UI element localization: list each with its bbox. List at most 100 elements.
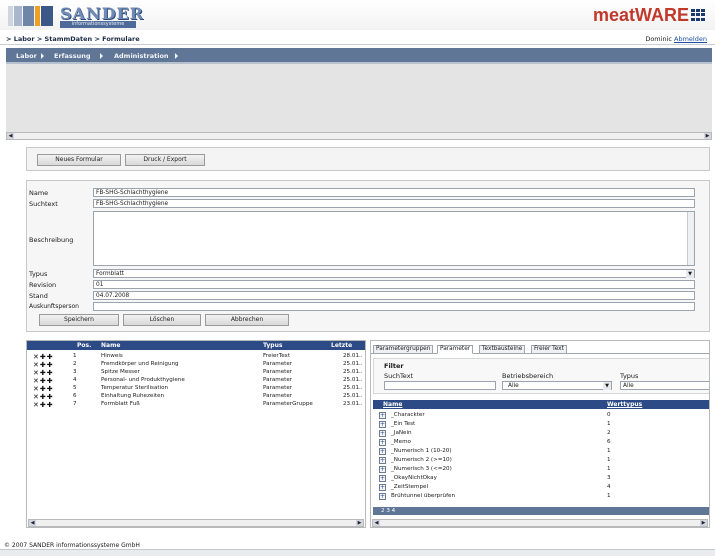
print-export-button[interactable]: Druck / Export [125, 154, 205, 166]
list-item[interactable]: + _Numerisch 2 (>=10) 1 [373, 456, 709, 464]
brand-grid-icon [691, 9, 706, 21]
betriebsbereich-select[interactable]: Alle ▼ [502, 381, 612, 390]
nav-item-erfassung[interactable]: Erfassung [54, 52, 91, 60]
horizontal-scrollbar[interactable]: ◀ ▶ [6, 132, 712, 140]
add-icon[interactable]: + [379, 457, 386, 464]
table-row[interactable]: ✕✚✚ 7 Formblatt Fuß ParameterGruppe 23.01.. [27, 400, 365, 409]
add-icon[interactable]: + [379, 421, 386, 428]
name-field[interactable]: FB-SHG-Schlachthygiene [93, 188, 695, 197]
add-icon[interactable]: + [379, 484, 386, 491]
form-panel: Name FB-SHG-Schlachthygiene Suchtext FB-… [26, 180, 710, 332]
nav-item-administration[interactable]: Administration [114, 52, 169, 60]
col-pos[interactable]: Pos. [77, 342, 91, 349]
list-item[interactable]: + _Ein Test 1 [373, 420, 709, 428]
suchtext-label: SuchText [384, 372, 414, 380]
filter-box: Filter SuchText Betriebsbereich Alle ▼ Ty… [373, 358, 709, 394]
tab-parametergruppen[interactable]: Parametergruppen [373, 345, 434, 354]
beschreibung-label: Beschreibung [29, 236, 74, 244]
pager[interactable]: 2 3 4 [373, 507, 709, 515]
col-typus[interactable]: Typus [263, 342, 282, 349]
nav-arrow-icon [100, 53, 103, 59]
stand-label: Stand [29, 292, 48, 300]
save-button[interactable]: Speichern [39, 314, 119, 326]
delete-button[interactable]: Löschen [123, 314, 201, 326]
beschreibung-textarea[interactable] [93, 211, 695, 266]
list-item[interactable]: + Brühtunnel überprüfen 1 [373, 492, 709, 500]
list-item[interactable]: + _ZeitStempel 4 [373, 483, 709, 491]
param-table-header: Name Werttypus [373, 400, 709, 409]
table-row[interactable]: ✕✚✚ 3 Spitze Messer Parameter 25.01.. [27, 368, 365, 377]
toolbar: Neues Formular Druck / Export [26, 147, 710, 171]
add-icon[interactable]: + [379, 448, 386, 455]
add-icon[interactable]: + [379, 493, 386, 500]
table-row[interactable]: ✕✚✚ 6 Einhaltung Ruhezeiten Parameter 25.01.… [27, 392, 365, 401]
footer-copyright: © 2007 SANDER informationssysteme GmbH [4, 542, 140, 549]
items-panel: Pos. Name Typus Letzte ✕✚✚ 1 Hinweis Freier… [26, 340, 366, 528]
list-item[interactable]: + _Charackter 0 [373, 411, 709, 419]
user-name: Dominic [645, 35, 672, 43]
revision-label: Revision [29, 281, 57, 289]
betriebsbereich-label: Betriebsbereich [502, 372, 554, 380]
table-row[interactable]: ✕✚✚ 1 Hinweis FreierText 28.01.. [27, 352, 365, 361]
add-icon[interactable]: + [379, 430, 386, 437]
col-letzte[interactable]: Letzte [331, 342, 352, 349]
col-werttypus[interactable]: Werttypus [607, 401, 642, 408]
user-info: Dominic Abmelden [645, 35, 707, 43]
add-icon[interactable]: + [379, 466, 386, 473]
parameter-panel: Parametergruppen Parameter Textbausteine… [370, 340, 710, 528]
list-item[interactable]: + _Numerisch 3 (<=20) 1 [373, 465, 709, 473]
brand-name: meatWARE [592, 5, 689, 25]
typus-filter-select[interactable]: Alle [620, 381, 709, 390]
logout-link[interactable]: Abmelden [674, 35, 707, 43]
filter-search-input[interactable] [384, 381, 496, 390]
name-label: Name [29, 189, 49, 197]
revision-field[interactable]: 01 [93, 280, 695, 289]
typus-select[interactable]: Formblatt ▼ [93, 269, 695, 278]
content-area [6, 64, 712, 132]
chevron-down-icon[interactable]: ▼ [603, 382, 611, 390]
horizontal-scrollbar[interactable]: ◀ ▶ [372, 519, 708, 527]
filter-title: Filter [384, 362, 404, 370]
list-item[interactable]: + _Numerisch 1 (10-20) 1 [373, 447, 709, 455]
tab-freier-text[interactable]: Freier Text [531, 345, 567, 354]
tab-textbausteine[interactable]: Textbausteine [479, 345, 526, 354]
table-row[interactable]: ✕✚✚ 4 Personal- und Produkthygiene Paramete… [27, 376, 365, 385]
nav-item-labor[interactable]: Labor [16, 52, 37, 60]
add-icon[interactable]: + [379, 439, 386, 446]
scroll-left-icon[interactable]: ◀ [373, 520, 380, 526]
scroll-left-icon[interactable]: ◀ [29, 520, 36, 526]
suchtext-field[interactable]: FB-SHG-Schlachthygiene [93, 199, 695, 208]
list-item[interactable]: + _Memo 6 [373, 438, 709, 446]
tab-parameter[interactable]: Parameter [437, 345, 474, 354]
nav-arrow-icon [41, 53, 44, 59]
nav-arrow-icon [175, 53, 178, 59]
auskunft-field[interactable] [93, 302, 695, 311]
status-bar [0, 549, 715, 556]
scroll-right-icon[interactable]: ▶ [700, 520, 707, 526]
col-name[interactable]: Name [101, 342, 120, 349]
textarea-scrollbar[interactable] [687, 212, 694, 265]
chevron-down-icon[interactable]: ▼ [686, 270, 694, 278]
items-table-header: Pos. Name Typus Letzte [27, 341, 365, 350]
stand-field[interactable]: 04.07.2008 [93, 291, 695, 300]
logo-mark [8, 6, 54, 26]
new-form-button[interactable]: Neues Formular [37, 154, 121, 166]
add-icon[interactable]: + [379, 475, 386, 482]
scroll-left-icon[interactable]: ◀ [7, 133, 14, 139]
list-item[interactable]: + _JaNein 2 [373, 429, 709, 437]
row-controls-icon[interactable]: ✕✚✚ [33, 401, 54, 409]
tab-bar: Parametergruppen Parameter Textbausteine… [371, 345, 709, 354]
col-name[interactable]: Name [383, 401, 402, 408]
list-item[interactable]: + _OkayNichtOkay 3 [373, 474, 709, 482]
breadcrumb[interactable]: > Labor > StammDaten > Formulare [6, 35, 140, 43]
horizontal-scrollbar[interactable]: ◀ ▶ [28, 519, 364, 527]
cancel-button[interactable]: Abbrechen [205, 314, 289, 326]
scroll-right-icon[interactable]: ▶ [704, 133, 711, 139]
table-row[interactable]: ✕✚✚ 2 Fremdkörper und Reinigung Parameter 25… [27, 360, 365, 369]
typus-value: Formblatt [96, 271, 124, 277]
scroll-right-icon[interactable]: ▶ [356, 520, 363, 526]
logo-subtitle: informationssysteme [60, 21, 136, 28]
suchtext-label: Suchtext [29, 200, 58, 208]
table-row[interactable]: ✕✚✚ 5 Temperatur Sterilisation Parameter 25.… [27, 384, 365, 393]
add-icon[interactable]: + [379, 412, 386, 419]
